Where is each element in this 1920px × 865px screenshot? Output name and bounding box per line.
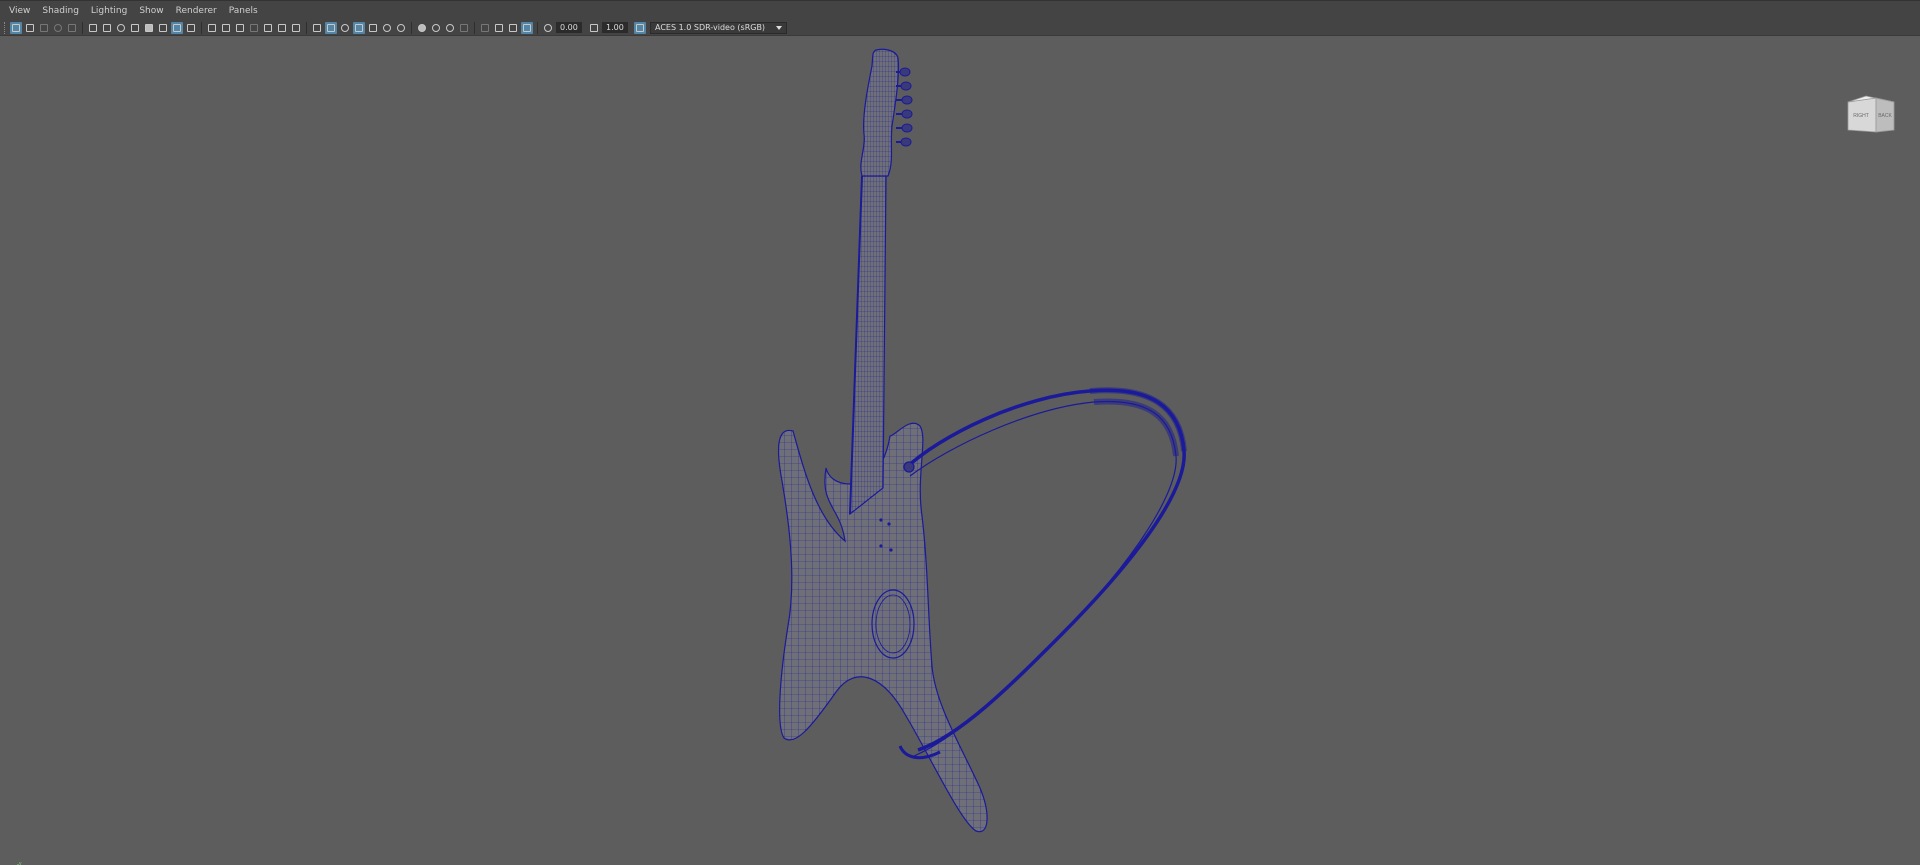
guitar-headstock (860, 48, 913, 177)
view-cube[interactable]: RIGHT BACK (1846, 92, 1898, 136)
color-space-label: ACES 1.0 SDR-video (sRGB) (655, 23, 766, 32)
camera-lock-icon[interactable] (38, 22, 50, 34)
menu-view[interactable]: View (9, 6, 30, 16)
field-chart-icon[interactable] (262, 22, 274, 34)
color-management-icon[interactable] (634, 21, 646, 34)
color-space-dropdown[interactable]: ACES 1.0 SDR-video (sRGB) (650, 21, 787, 34)
guitar-wireframe-scene (778, 48, 1187, 833)
exposure-icon[interactable] (542, 22, 554, 34)
textured-icon[interactable] (367, 22, 379, 34)
camera-bookmark-dim-icon[interactable] (52, 22, 64, 34)
movie-camera-icon[interactable] (87, 22, 99, 34)
lights-icon[interactable] (381, 22, 393, 34)
tumble-icon[interactable] (129, 22, 141, 34)
guitar-neck (849, 175, 887, 516)
viewcube-back-label: BACK (1878, 113, 1892, 119)
menu-panels[interactable]: Panels (229, 6, 258, 16)
grease-pencil-icon[interactable] (171, 21, 183, 34)
toolbar-separator (411, 21, 412, 34)
toolbar-grip[interactable] (4, 21, 7, 34)
wireframe-icon[interactable] (311, 22, 323, 34)
xray-joints-icon[interactable] (507, 22, 519, 34)
motion-blur-icon[interactable] (430, 22, 442, 34)
paint-icon[interactable] (185, 22, 197, 34)
frame-all-icon[interactable] (115, 22, 127, 34)
chevron-down-icon (776, 25, 782, 30)
toolbar-separator (474, 21, 475, 34)
panel-toolbar: 0.00 1.00 ACES 1.0 SDR-video (sRGB) (0, 20, 1920, 36)
resolution-gate-icon[interactable] (234, 22, 246, 34)
maya-viewport-panel: View Shading Lighting Show Renderer Pane… (0, 0, 1920, 865)
camera-sequencer-icon[interactable] (101, 22, 113, 34)
menu-lighting[interactable]: Lighting (91, 6, 127, 16)
ambient-occlusion-icon[interactable] (416, 22, 428, 34)
menu-shading[interactable]: Shading (42, 6, 79, 16)
toolbar-separator (537, 21, 538, 34)
safe-title-icon[interactable] (290, 22, 302, 34)
image-plane-icon[interactable] (66, 22, 78, 34)
panel-menu-bar: View Shading Lighting Show Renderer Pane… (0, 0, 1920, 20)
shadows-icon[interactable] (395, 22, 407, 34)
gate-mask-icon[interactable] (248, 22, 260, 34)
bookmark-icon[interactable] (143, 22, 155, 34)
3d-viewport[interactable]: RIGHT BACK y x (0, 36, 1920, 865)
menu-renderer[interactable]: Renderer (176, 6, 217, 16)
default-material-icon[interactable] (339, 22, 351, 34)
toolbar-separator (201, 21, 202, 34)
grid-icon[interactable] (206, 22, 218, 34)
toolbar-separator (82, 21, 83, 34)
xray-active-components-icon[interactable] (521, 21, 533, 34)
film-gate-icon[interactable] (220, 22, 232, 34)
select-camera-icon[interactable] (10, 21, 22, 34)
safe-action-icon[interactable] (276, 22, 288, 34)
menu-show[interactable]: Show (139, 6, 163, 16)
axis-y-label: y (19, 861, 22, 865)
smooth-shade-icon[interactable] (325, 21, 337, 34)
snap-icon[interactable] (157, 22, 169, 34)
toolbar-separator (306, 21, 307, 34)
xray-icon[interactable] (493, 22, 505, 34)
guitar-strap (898, 387, 1187, 760)
gamma-field[interactable]: 1.00 (602, 22, 628, 33)
camera-attributes-icon[interactable] (24, 22, 36, 34)
axis-gizmo: y x (10, 859, 32, 865)
anti-aliasing-icon[interactable] (444, 22, 456, 34)
gamma-icon[interactable] (588, 22, 600, 34)
exposure-field[interactable]: 0.00 (556, 22, 582, 33)
depth-of-field-icon[interactable] (458, 22, 470, 34)
isolate-icon[interactable] (479, 22, 491, 34)
viewcube-right-label: RIGHT (1853, 113, 1869, 119)
tuning-pegs (896, 67, 913, 147)
wireframe-on-shaded-icon[interactable] (353, 21, 365, 34)
